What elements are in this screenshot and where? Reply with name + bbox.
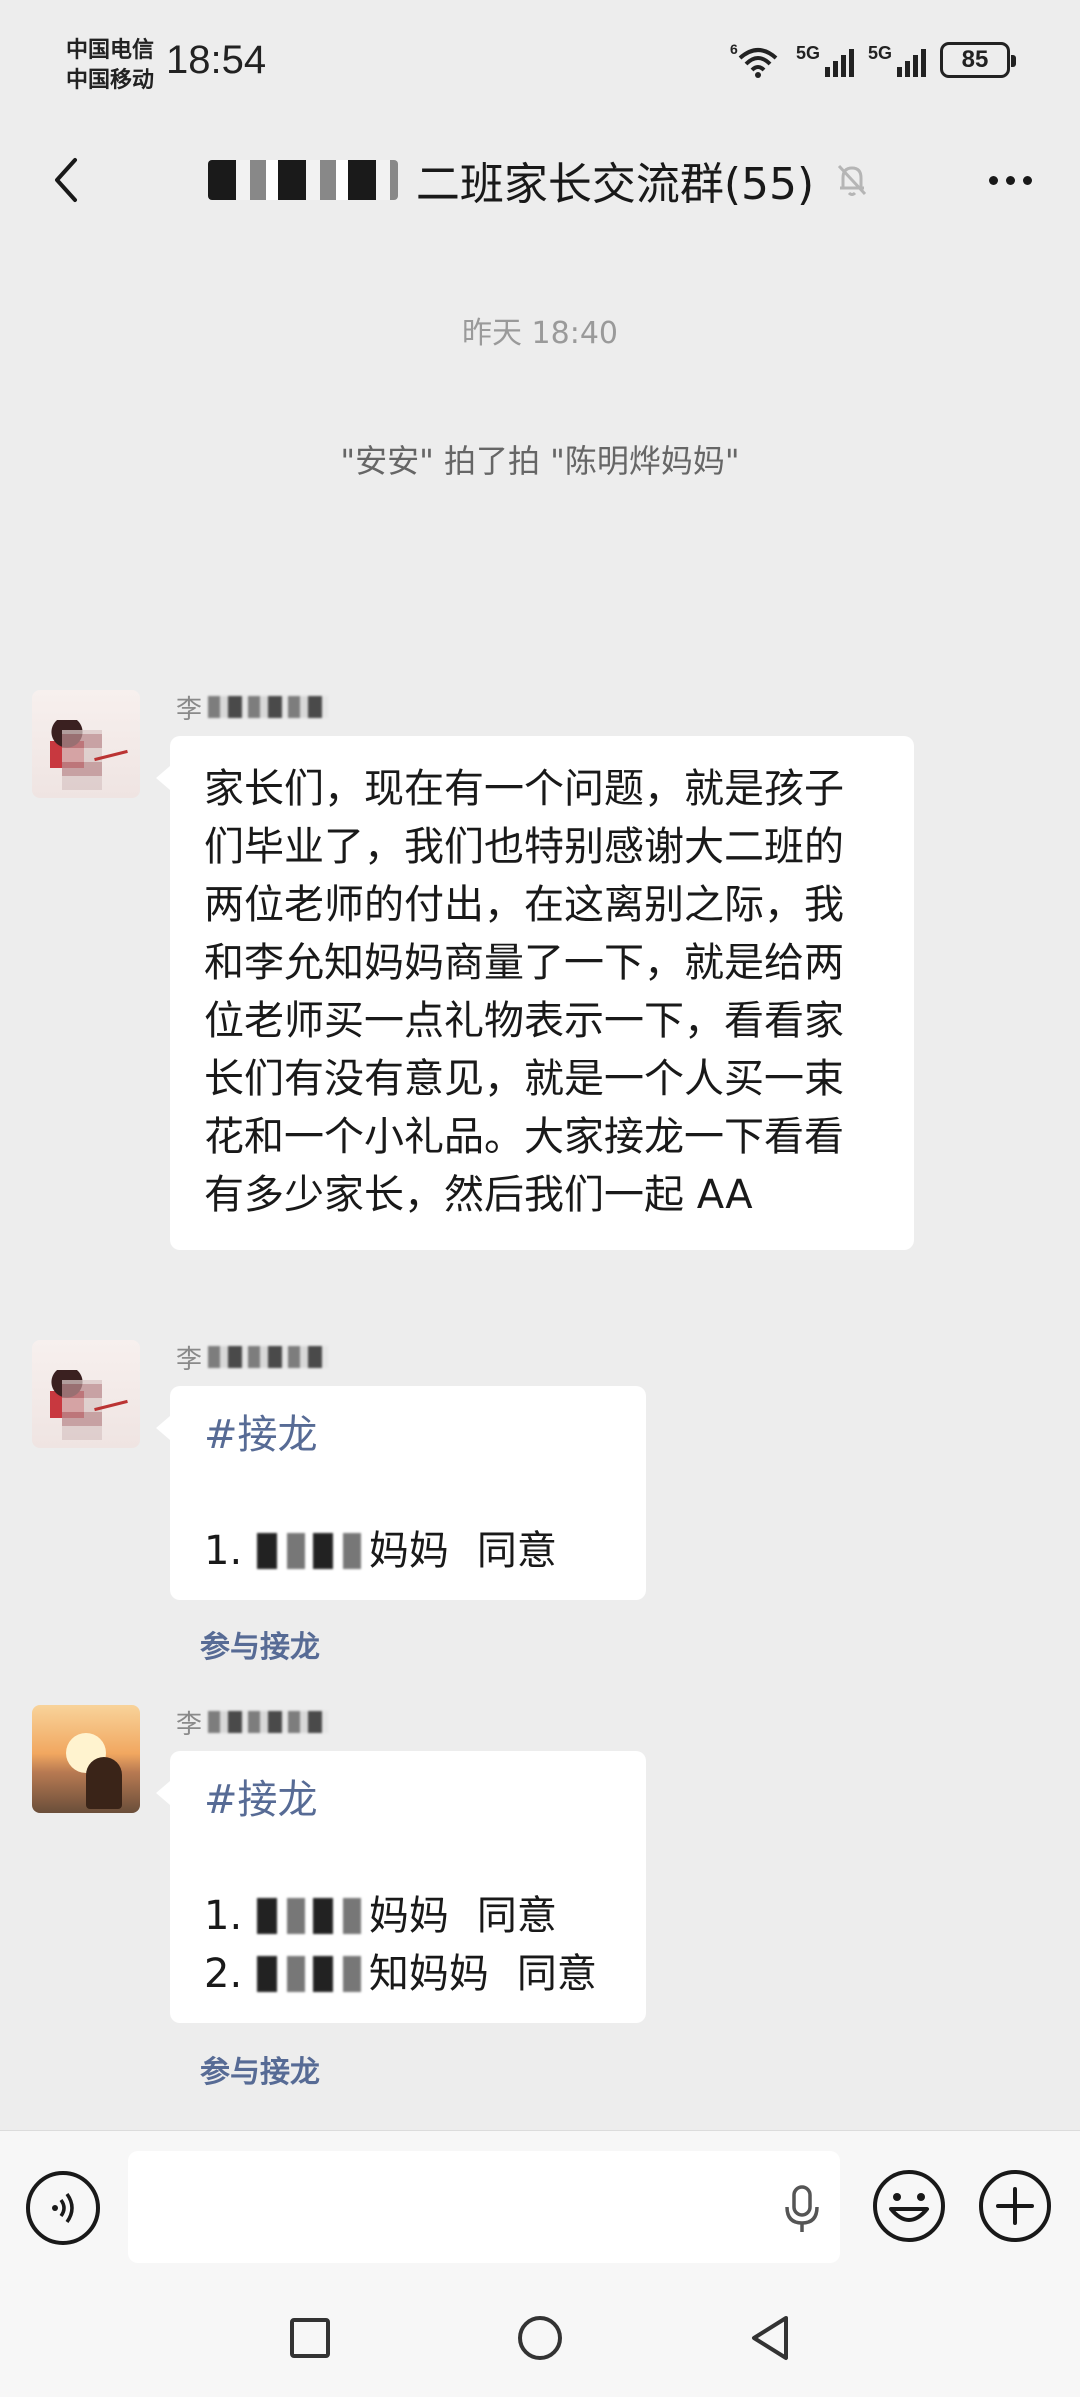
jielong-entry: 1. 妈妈 同意 — [204, 1528, 557, 1574]
jielong-entry: 1. 妈妈 同意 — [204, 1893, 557, 1939]
avatar[interactable] — [32, 1705, 140, 1813]
signal-1-icon: 5G — [796, 43, 854, 77]
wifi-icon: 6 — [730, 41, 778, 78]
battery-icon: 85 — [940, 42, 1016, 78]
jielong-hashtag: #接龙 — [204, 1412, 318, 1458]
triangle-back-icon[interactable] — [748, 2314, 792, 2362]
chat-title: 二班家长交流群(55) — [0, 148, 1080, 212]
signal-2-icon: 5G — [868, 43, 926, 77]
svg-text:6: 6 — [730, 41, 738, 57]
message-text: 家长们，现在有一个问题，就是孩子们毕业了，我们也特别感谢大二班的两位老师的付出，… — [204, 766, 844, 1218]
join-jielong-link[interactable]: 参与接龙 — [200, 1622, 320, 1666]
square-icon[interactable] — [290, 2318, 330, 2358]
emoji-icon[interactable] — [870, 2167, 948, 2245]
join-jielong-link[interactable]: 参与接龙 — [200, 2047, 320, 2091]
carrier-1: 中国电信 — [66, 38, 155, 63]
jielong-bubble[interactable]: #接龙 1. 妈妈 同意 2. 知妈妈 同意 — [156, 1751, 646, 2023]
avatar[interactable] — [32, 1340, 140, 1448]
jielong-bubble[interactable]: #接龙 1. 妈妈 同意 — [156, 1386, 646, 1600]
microphone-icon[interactable] — [782, 2185, 822, 2235]
voice-button[interactable] — [26, 2171, 100, 2245]
carrier-2: 中国移动 — [66, 68, 155, 93]
avatar[interactable] — [32, 690, 140, 798]
carrier-info: 中国电信 中国移动 — [66, 36, 154, 96]
sender-name: 李 — [176, 1705, 329, 1740]
sender-name: 李 — [176, 1340, 329, 1375]
group-name: 二班家长交流群(55) — [415, 159, 815, 210]
sender-name: 李 — [176, 690, 329, 725]
more-dot — [1022, 175, 1032, 185]
input-bar — [0, 2130, 1080, 2280]
clock: 18:54 — [166, 38, 267, 82]
more-dot — [988, 175, 998, 185]
system-navigation — [0, 2280, 1080, 2397]
more-button[interactable] — [980, 158, 1040, 202]
chat-header: 二班家长交流群(55) — [0, 130, 1080, 230]
circle-icon[interactable] — [518, 2316, 562, 2360]
voice-icon — [52, 2192, 74, 2224]
redacted-title-part — [207, 160, 398, 200]
status-icons: 6 5G 5G 85 — [730, 40, 1016, 80]
message-bubble[interactable]: 家长们，现在有一个问题，就是孩子们毕业了，我们也特别感谢大二班的两位老师的付出，… — [156, 736, 914, 1250]
pat-notification: "安安" 拍了拍 "陈明烨妈妈" — [340, 442, 740, 480]
message-timestamp: 昨天 18:40 — [462, 316, 618, 351]
bell-muted-icon — [832, 160, 872, 200]
plus-icon[interactable] — [976, 2167, 1054, 2245]
more-dot — [1005, 175, 1015, 185]
jielong-hashtag: #接龙 — [204, 1777, 318, 1823]
message-input[interactable] — [128, 2151, 840, 2263]
jielong-entry: 2. 知妈妈 同意 — [204, 1951, 597, 1997]
status-bar: 中国电信 中国移动 18:54 6 5G 5G 85 — [0, 0, 1080, 130]
